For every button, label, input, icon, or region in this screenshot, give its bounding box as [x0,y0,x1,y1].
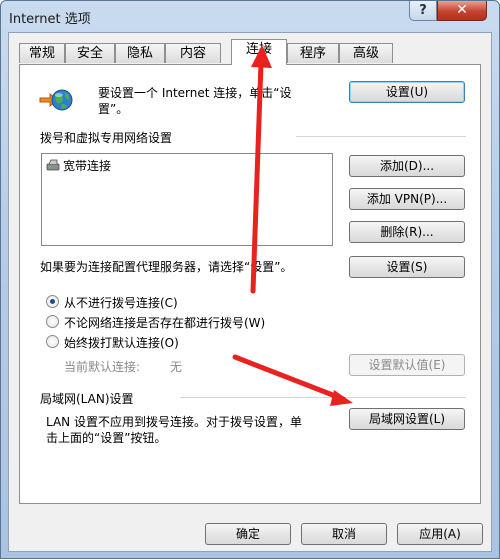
dialup-section-divider [296,136,466,137]
lan-section-label: 局域网(LAN)设置 [40,392,134,406]
radio-button[interactable] [46,335,59,348]
settings-button[interactable]: 设置(S) [349,256,465,278]
tab-advanced[interactable]: 高级 [339,43,393,63]
add-button[interactable]: 添加(D)... [349,155,465,177]
setup-instruction-line1: 要设置一个 Internet 连接，单击“设 [98,86,292,100]
delete-button[interactable]: 删除(R)... [349,221,465,243]
set-default-button[interactable]: 设置默认值(E) [349,354,465,376]
radio-option-never-dial[interactable]: 从不进行拨号连接(C) [46,294,246,310]
dialup-section-label: 拨号和虚拟专用网络设置 [40,131,173,145]
cancel-button[interactable]: 取消 [301,523,387,545]
lan-instruction-line1: LAN 设置不应用到拨号连接。对于拨号设置，单 [46,415,302,429]
connections-panel: 要设置一个 Internet 连接，单击“设 置”。 设置(U) 拨号和虚拟专用… [19,64,481,504]
window-title: Internet 选项 [9,12,91,27]
tab-general[interactable]: 常规 [19,43,65,63]
globe-network-icon [38,85,74,115]
radio-option-dial-always-when-no-network[interactable]: 不论网络连接是否存在都进行拨号(W) [46,314,346,330]
tab-content[interactable]: 内容 [165,43,221,63]
radio-label: 始终拨打默认连接(O) [64,336,179,350]
title-bar[interactable]: Internet 选项 ? ✕ [1,1,499,31]
lan-instruction-line2: 击上面的“设置”按钮。 [46,431,167,445]
radio-option-always-dial-default[interactable]: 始终拨打默认连接(O) [46,334,246,350]
proxy-instruction: 如果要为连接配置代理服务器，请选择“设置”。 [40,260,293,274]
tab-privacy[interactable]: 隐私 [115,43,165,63]
dialog-client-area: 常规 安全 隐私 内容 连接 程序 高级 要设置一个 Internet 连接，单… [8,32,492,552]
tab-programs[interactable]: 程序 [287,43,339,63]
radio-label: 不论网络连接是否存在都进行拨号(W) [64,316,266,330]
radio-button[interactable] [46,295,59,308]
close-button[interactable]: ✕ [437,1,487,21]
apply-button[interactable]: 应用(A) [397,523,483,545]
radio-label: 从不进行拨号连接(C) [64,296,178,310]
tab-connections[interactable]: 连接 [231,39,287,65]
list-item-label: 宽带连接 [63,159,112,173]
lan-settings-button[interactable]: 局域网设置(L) [349,408,465,430]
list-item[interactable]: 宽带连接 [45,157,245,173]
setup-button[interactable]: 设置(U) [349,81,465,103]
ok-button[interactable]: 确定 [205,523,291,545]
add-vpn-button[interactable]: 添加 VPN(P)... [349,188,465,210]
setup-instruction-line2: 置”。 [98,102,129,116]
current-default-value: 无 [170,360,183,374]
broadband-connection-icon [45,158,61,172]
internet-options-dialog: Internet 选项 ? ✕ 常规 安全 隐私 内容 连接 程序 高级 要设置… [0,0,500,559]
help-button[interactable]: ? [409,1,437,21]
connection-list[interactable]: 宽带连接 [41,153,333,246]
tab-security[interactable]: 安全 [65,43,115,63]
lan-section-divider [180,397,466,398]
radio-button[interactable] [46,315,59,328]
current-default-label: 当前默认连接: [64,360,141,374]
